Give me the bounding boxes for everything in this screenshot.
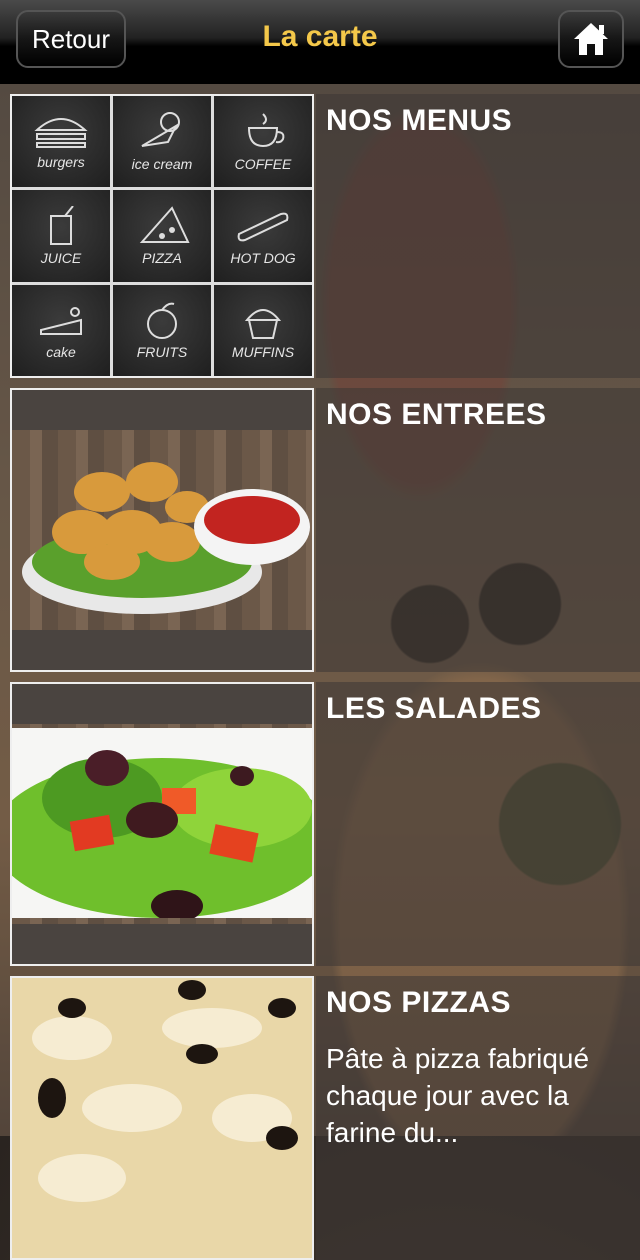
nuggets-plate-image bbox=[22, 462, 310, 614]
home-icon bbox=[574, 23, 608, 55]
chalk-tile: FRUITS bbox=[113, 284, 211, 376]
category-row-salades[interactable]: LES SALADES bbox=[10, 682, 640, 966]
apple-icon bbox=[147, 302, 177, 340]
home-button[interactable] bbox=[558, 10, 624, 68]
coffee-icon bbox=[247, 112, 285, 147]
image-band bbox=[12, 684, 312, 724]
image-band bbox=[12, 924, 312, 964]
image-band bbox=[12, 390, 312, 430]
chalk-tile: burgers bbox=[12, 96, 110, 188]
category-thumbnail bbox=[10, 976, 314, 1260]
category-title: NOS MENUS bbox=[326, 104, 513, 137]
category-row-entrees[interactable]: NOS ENTREES bbox=[10, 388, 640, 672]
muffin-icon bbox=[244, 309, 282, 340]
hot-dog-icon bbox=[237, 212, 289, 242]
chalk-tile: MUFFINS bbox=[214, 284, 312, 376]
burger-icon bbox=[34, 117, 88, 148]
category-description: Pâte à pizza fabriqué chaque jour avec l… bbox=[326, 1043, 590, 1148]
back-button[interactable]: Retour bbox=[16, 10, 126, 68]
category-thumbnail: burgers ice cream COFFEE JUICE PIZZA HOT… bbox=[10, 94, 314, 378]
category-info-panel: LES SALADES bbox=[316, 682, 640, 966]
chalk-tile: COFFEE bbox=[214, 96, 312, 188]
salad-image bbox=[12, 728, 312, 918]
chalk-tile: JUICE bbox=[12, 190, 110, 282]
category-title: LES SALADES bbox=[326, 692, 542, 725]
ice-cream-icon bbox=[141, 111, 180, 147]
category-title: NOS ENTREES bbox=[326, 398, 547, 431]
category-row-pizzas[interactable]: NOS PIZZAS Pâte à pizza fabriqué chaque … bbox=[10, 976, 640, 1260]
category-title: NOS PIZZAS bbox=[326, 986, 512, 1019]
category-info-panel: NOS MENUS bbox=[316, 94, 640, 378]
juice-icon bbox=[50, 205, 74, 245]
category-info-panel: NOS ENTREES bbox=[316, 388, 640, 672]
pizza-image bbox=[12, 978, 312, 1258]
pizza-slice-icon bbox=[139, 206, 190, 243]
chalk-tile: cake bbox=[12, 284, 110, 376]
image-band bbox=[12, 630, 312, 670]
category-info-panel: NOS PIZZAS Pâte à pizza fabriqué chaque … bbox=[316, 976, 640, 1260]
category-thumbnail bbox=[10, 388, 314, 672]
chalk-tile: PIZZA bbox=[113, 190, 211, 282]
top-navigation-bar: Retour La carte bbox=[0, 0, 640, 84]
chalkboard-icon-grid: burgers ice cream COFFEE JUICE PIZZA HOT… bbox=[12, 96, 312, 376]
chalk-tile: ice cream bbox=[113, 96, 211, 188]
chalk-tile: HOT DOG bbox=[214, 190, 312, 282]
cake-icon bbox=[40, 307, 82, 336]
category-row-menus[interactable]: burgers ice cream COFFEE JUICE PIZZA HOT… bbox=[10, 94, 640, 378]
category-thumbnail bbox=[10, 682, 314, 966]
